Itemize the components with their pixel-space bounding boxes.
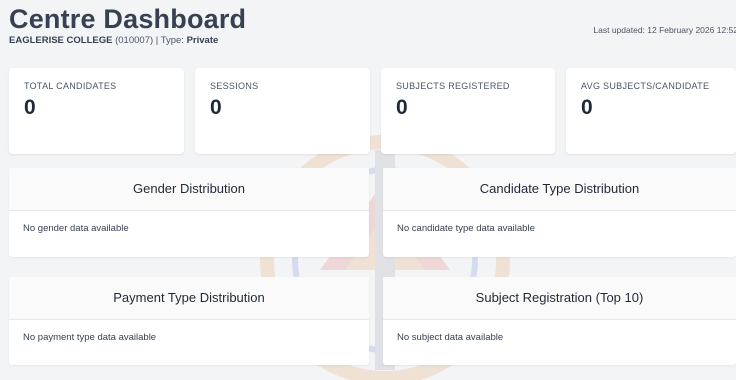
- last-updated-text: Last updated: 12 February 2026 12:52: [593, 25, 736, 35]
- subject-registration-panel: Subject Registration (Top 10) No subject…: [383, 277, 736, 365]
- stat-value: 0: [210, 96, 222, 119]
- stat-value: 0: [24, 96, 36, 119]
- payment-type-distribution-panel: Payment Type Distribution No payment typ…: [9, 277, 369, 365]
- stat-label: TOTAL CANDIDATES: [24, 81, 117, 91]
- page-header: Centre Dashboard EAGLERISE COLLEGE (0100…: [9, 4, 736, 56]
- panel-empty-message: No payment type data available: [23, 332, 157, 343]
- centre-info: EAGLERISE COLLEGE (010007) | Type: Priva…: [9, 34, 736, 47]
- gender-distribution-panel: Gender Distribution No gender data avail…: [9, 168, 369, 257]
- stat-value: 0: [396, 96, 408, 119]
- stat-label: SUBJECTS REGISTERED: [396, 81, 510, 91]
- stat-card-avg-subjects: AVG SUBJECTS/CANDIDATE 0: [566, 68, 736, 154]
- school-name: EAGLERISE COLLEGE: [9, 35, 113, 46]
- stat-value: 0: [581, 96, 593, 119]
- panel-empty-message: No gender data available: [23, 223, 129, 234]
- stat-card-total-candidates: TOTAL CANDIDATES 0: [9, 68, 184, 154]
- panel-title: Candidate Type Distribution: [383, 168, 736, 211]
- panel-title: Payment Type Distribution: [9, 277, 369, 320]
- panel-title: Gender Distribution: [9, 168, 369, 211]
- panel-empty-message: No candidate type data available: [397, 223, 535, 234]
- centre-code: (010007) | Type:: [112, 35, 187, 46]
- stat-card-sessions: SESSIONS 0: [195, 68, 370, 154]
- stat-label: SESSIONS: [210, 81, 259, 91]
- panel-empty-message: No subject data available: [397, 332, 504, 343]
- stat-label: AVG SUBJECTS/CANDIDATE: [581, 81, 710, 91]
- panel-title: Subject Registration (Top 10): [383, 277, 736, 320]
- centre-type: Private: [186, 35, 219, 46]
- candidate-type-distribution-panel: Candidate Type Distribution No candidate…: [383, 168, 736, 257]
- stat-card-subjects-registered: SUBJECTS REGISTERED 0: [381, 68, 555, 154]
